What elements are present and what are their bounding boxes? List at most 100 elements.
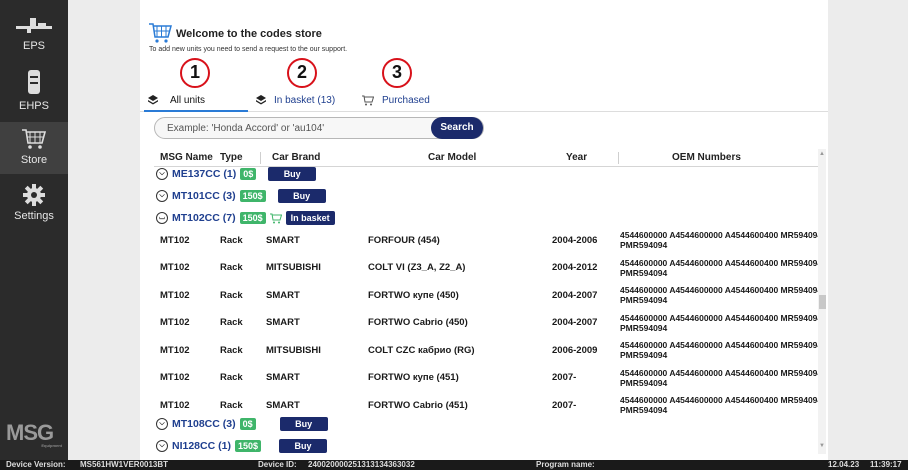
sidebar-item-store[interactable]: Store — [0, 122, 68, 174]
chevron-down-icon[interactable]: ⌵ — [156, 418, 168, 430]
table-row[interactable]: MT102 Rack SMART FORFOUR (454) 2004-2006 4544… — [154, 225, 822, 255]
group-row[interactable]: ⌵ MT108CC (3) 0$ Buy — [156, 415, 328, 433]
cell-model: FORFOUR (454) — [368, 234, 440, 246]
scroll-thumb[interactable] — [819, 295, 826, 309]
table-row[interactable]: MT102 Rack SMART FORTWO купе (451) 2007- 4544… — [154, 363, 822, 393]
program-name-label: Program name: — [536, 460, 595, 469]
search-bar: Search — [154, 117, 484, 139]
cell-year: 2007- — [552, 372, 577, 383]
cell-oem: 4544600000 A4544600000 A4544600400 MR594… — [620, 285, 823, 305]
table-row[interactable]: MT102 Rack SMART FORTWO купе (450) 2004-2007… — [154, 280, 822, 310]
cell-year: 2004-2006 — [552, 234, 598, 246]
cell-name: MT102 — [160, 344, 190, 356]
sidebar-item-label: EPS — [22, 40, 45, 52]
cell-name: MT102 — [160, 234, 190, 246]
cell-name: MT102 — [160, 262, 190, 273]
sidebar-item-ehps[interactable]: EHPS — [0, 70, 68, 112]
scroll-down-arrow[interactable]: ▼ — [818, 443, 826, 449]
buy-button[interactable]: Buy — [268, 167, 317, 181]
group-row[interactable]: ⌵ NI128CC (1) 150$ Buy — [156, 437, 327, 455]
table-row[interactable]: MT102 Rack MITSUBISHI COLT CZC кабрио (RG) 2… — [154, 335, 822, 365]
page-subtitle: To add new units you need to send a requ… — [149, 46, 348, 53]
chevron-down-icon[interactable]: ⌵ — [156, 440, 168, 452]
status-date: 12.04.23 — [828, 460, 860, 469]
cell-model: FORTWO купе (451) — [368, 372, 459, 383]
chevron-down-icon[interactable]: ⌵ — [156, 168, 168, 180]
price-badge: 150$ — [239, 190, 266, 202]
device-id-value: 240020000251313134363032 — [308, 460, 415, 469]
store-cart-icon — [22, 129, 47, 149]
column-header[interactable]: Car Brand — [272, 152, 320, 163]
tab-all-units[interactable]: All units — [148, 90, 205, 110]
cell-name: MT102 — [160, 372, 190, 383]
column-divider — [618, 152, 619, 164]
group-name: ME137CC (1) — [172, 168, 237, 180]
page-title: Welcome to the codes store — [176, 28, 322, 40]
cell-year: 2006-2009 — [552, 344, 598, 356]
price-badge: 0$ — [239, 418, 256, 430]
cell-type: Rack — [220, 262, 243, 273]
column-header[interactable]: OEM Numbers — [672, 152, 741, 163]
sidebar-item-settings[interactable]: Settings — [0, 184, 68, 222]
column-header[interactable]: MSG Name — [160, 152, 213, 163]
sidebar-item-eps[interactable]: EPS — [0, 14, 68, 52]
cell-brand: MITSUBISHI — [266, 262, 321, 273]
eps-icon — [16, 18, 52, 33]
sidebar-item-label: EHPS — [19, 100, 49, 112]
buy-button[interactable]: Buy — [277, 189, 326, 203]
cell-model: COLT VI (Z3_A, Z2_A) — [368, 262, 466, 273]
chevron-up-icon[interactable]: ⌴ — [156, 212, 168, 224]
cell-brand: MITSUBISHI — [266, 344, 321, 356]
price-badge: 150$ — [239, 212, 266, 224]
cell-oem: 4544600000 A4544600000 A4544600400 MR594… — [620, 312, 823, 333]
device-version-value: MS561HW1VER0013BT — [80, 460, 169, 469]
device-id-label: Device ID: — [258, 460, 297, 469]
column-divider — [260, 152, 261, 164]
cell-oem: 4544600000 A4544600000 A4544600400 MR594… — [620, 367, 823, 388]
cell-brand: SMART — [266, 372, 300, 383]
basket-cart-icon — [269, 213, 282, 223]
price-badge: 150$ — [234, 440, 261, 452]
active-tab-indicator — [144, 110, 248, 112]
column-header[interactable]: Year — [566, 152, 587, 163]
column-header[interactable]: Type — [220, 152, 243, 163]
buy-button[interactable]: Buy — [279, 417, 328, 431]
left-sidebar: EPS EHPS Store Settings MSG Equipment — [0, 0, 68, 460]
group-name: MT101CC (3) — [172, 190, 236, 202]
tab-in-basket[interactable]: In basket (13) — [256, 90, 335, 110]
status-time: 11:39:17 — [870, 460, 902, 469]
tab-purchased[interactable]: Purchased — [362, 90, 430, 110]
cell-brand: SMART — [266, 317, 300, 328]
left-margin — [68, 0, 140, 460]
right-margin — [828, 0, 908, 460]
stack-icon — [256, 95, 266, 105]
stack-icon — [148, 95, 158, 105]
group-row[interactable]: ⌵ ME137CC (1) 0$ Buy — [156, 165, 317, 183]
group-row[interactable]: ⌵ MT101CC (3) 150$ Buy — [156, 187, 326, 205]
cell-year: 2004-2012 — [552, 262, 598, 273]
cell-year: 2004-2007 — [552, 317, 598, 328]
table-row[interactable]: MT102 Rack SMART FORTWO Cabrio (450) 2004-20… — [154, 308, 822, 338]
cell-type: Rack — [220, 317, 243, 328]
callout-marker-3: 3 — [382, 58, 412, 88]
callout-marker-2: 2 — [287, 58, 317, 88]
cell-oem: 4544600000 A4544600000 A4544600400 MR594… — [620, 395, 823, 415]
scroll-up-arrow[interactable]: ▲ — [818, 151, 826, 157]
buy-button[interactable]: Buy — [278, 439, 327, 453]
cell-year: 2007- — [552, 399, 577, 411]
sidebar-item-label: Store — [20, 154, 48, 166]
cart-icon — [149, 23, 172, 43]
sidebar-item-label: Settings — [14, 210, 54, 222]
search-input[interactable] — [155, 118, 405, 139]
column-header[interactable]: Car Model — [428, 152, 476, 163]
table-row[interactable]: MT102 Rack MITSUBISHI COLT VI (Z3_A, Z2_A) 2… — [154, 253, 822, 283]
search-button[interactable]: Search — [431, 117, 483, 139]
cell-name: MT102 — [160, 289, 190, 301]
store-panel: Welcome to the codes store To add new un… — [140, 0, 828, 460]
in-basket-button[interactable]: In basket — [285, 211, 335, 225]
device-version-label: Device Version: — [6, 460, 66, 469]
cell-model: FORTWO Cabrio (451) — [368, 399, 468, 411]
table-scrollbar[interactable]: ▲ ▼ — [818, 149, 826, 454]
ehps-icon — [28, 70, 40, 94]
chevron-down-icon[interactable]: ⌵ — [156, 190, 168, 202]
